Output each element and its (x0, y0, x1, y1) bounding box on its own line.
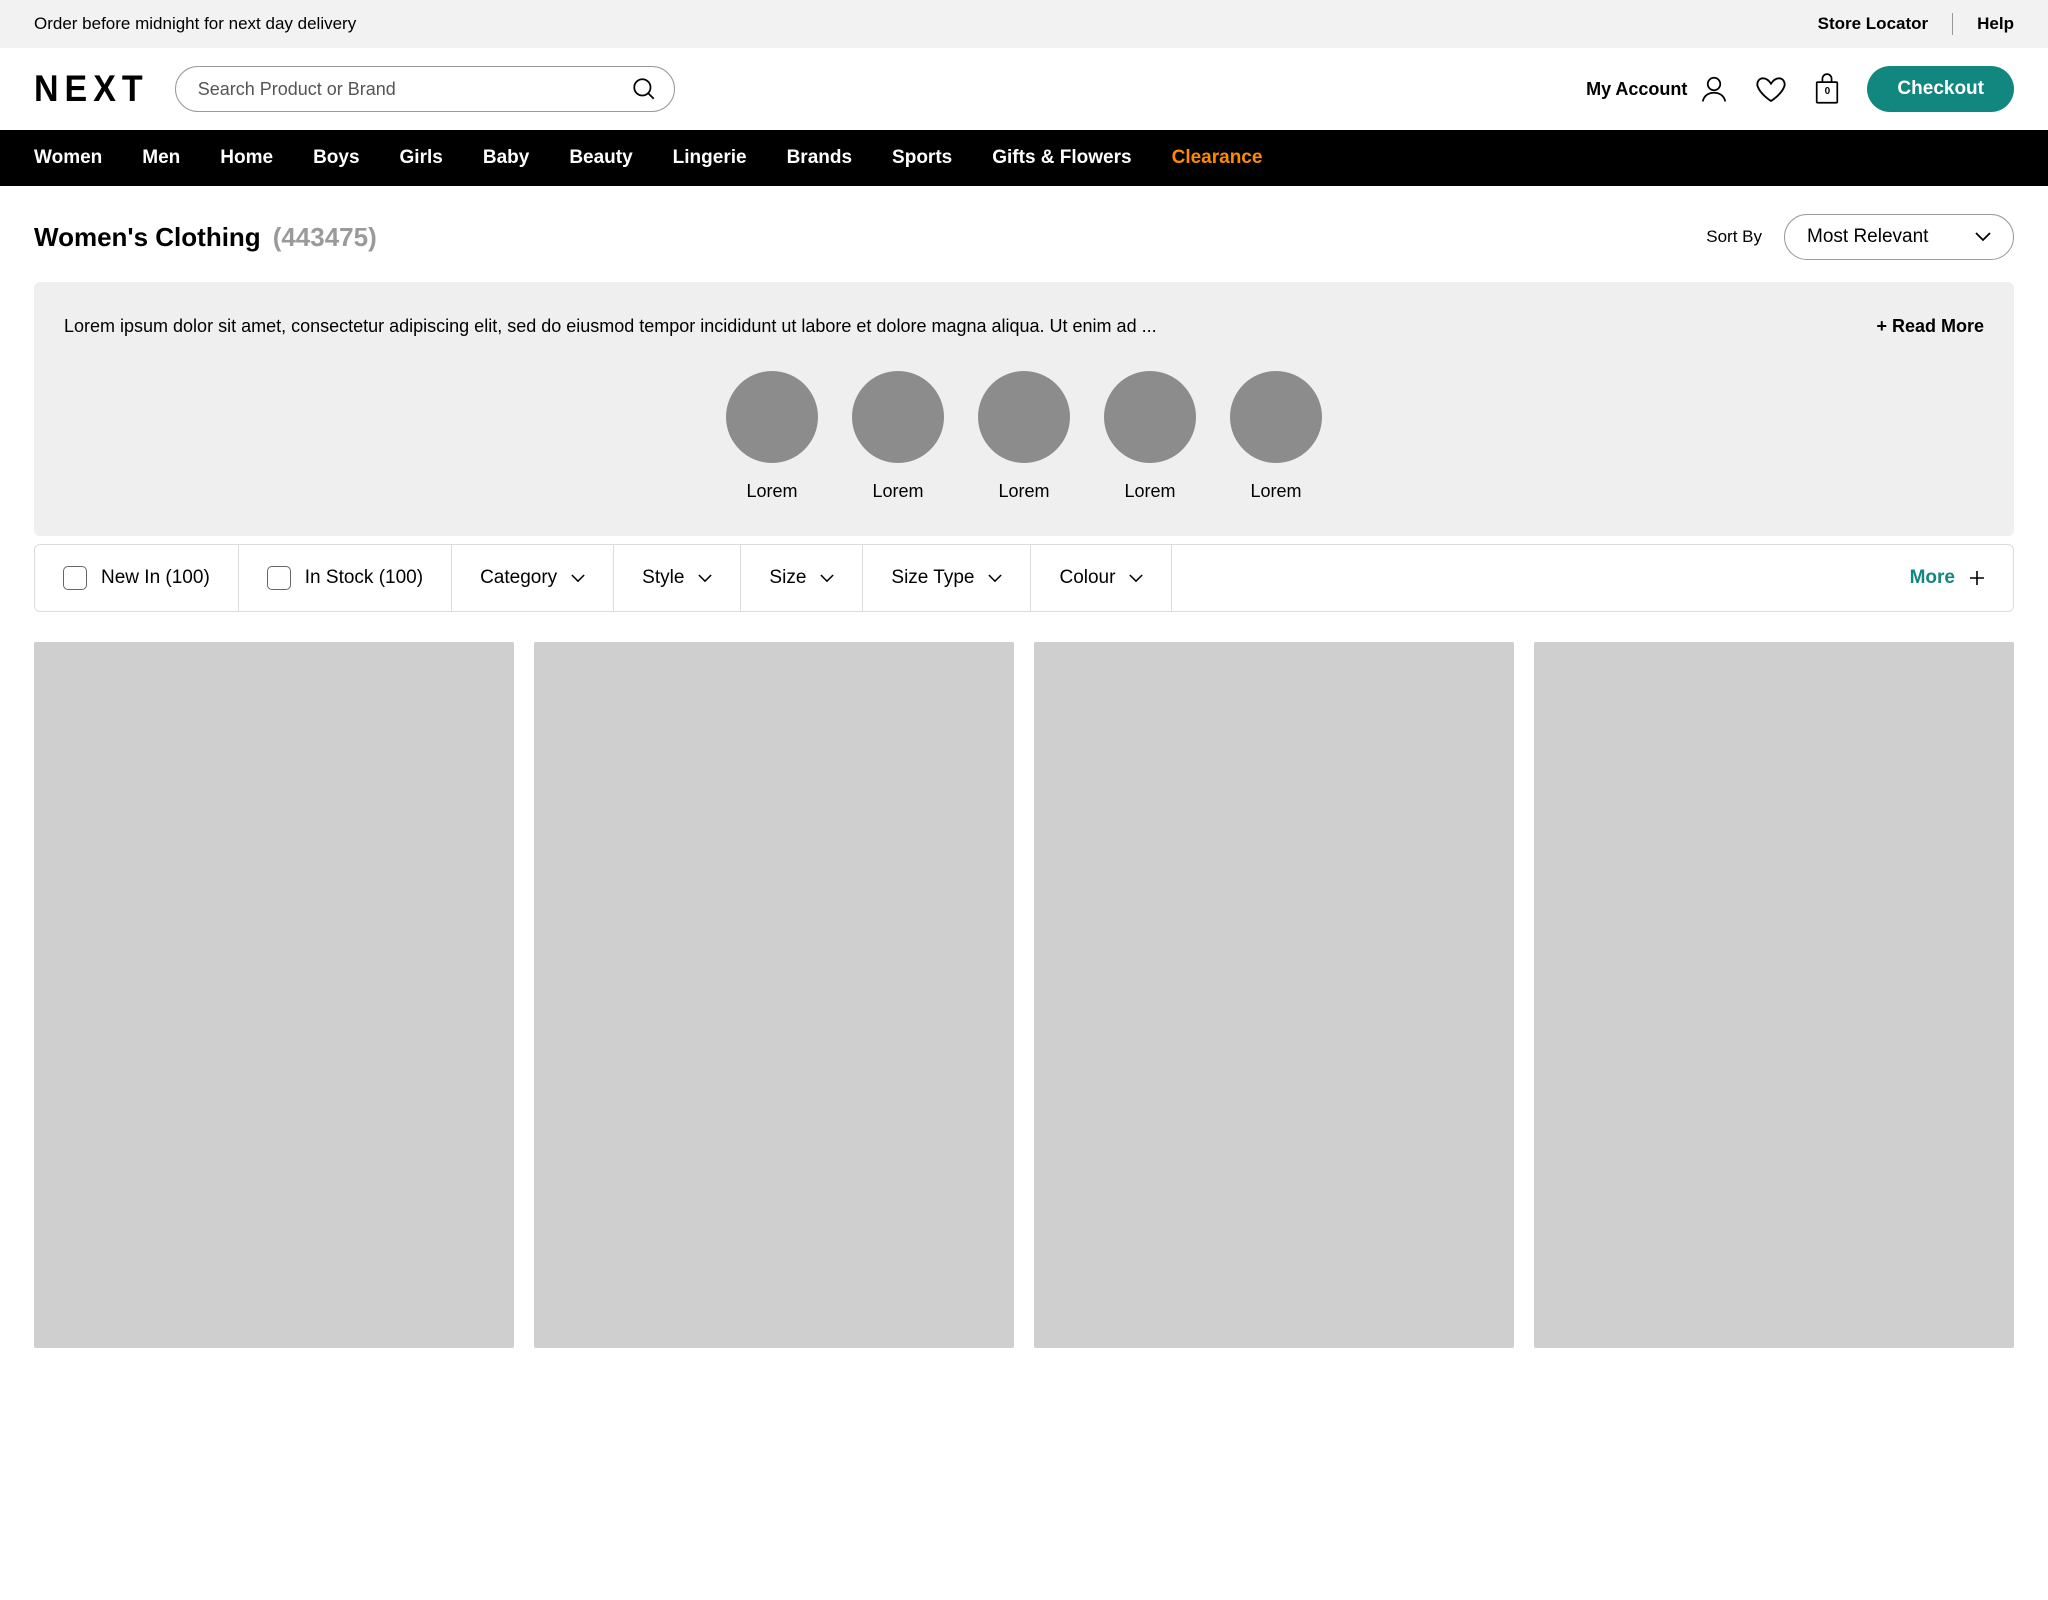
chevron-down-icon (1975, 232, 1991, 242)
filter-label: Category (480, 567, 557, 589)
help-link[interactable]: Help (1977, 14, 2014, 34)
nav-gifts-flowers[interactable]: Gifts & Flowers (992, 147, 1131, 169)
description-row: Lorem ipsum dolor sit amet, consectetur … (64, 316, 1984, 337)
sort-value: Most Relevant (1807, 226, 1928, 248)
filter-label: Size (769, 567, 806, 589)
title-left: Women's Clothing (443475) (34, 222, 377, 253)
filter-label: In Stock (100) (305, 567, 423, 589)
filter-label: Colour (1059, 567, 1115, 589)
search-wrap (175, 66, 675, 112)
description-card: Lorem ipsum dolor sit amet, consectetur … (34, 282, 2014, 536)
sort-select[interactable]: Most Relevant (1784, 214, 2014, 260)
main-nav: Women Men Home Boys Girls Baby Beauty Li… (0, 130, 2048, 186)
promo-links: Store Locator Help (1818, 13, 2014, 35)
nav-beauty[interactable]: Beauty (569, 147, 632, 169)
nav-men[interactable]: Men (142, 147, 180, 169)
bag-button[interactable]: 0 (1813, 73, 1841, 105)
quick-link-item[interactable]: Lorem (726, 371, 818, 502)
filter-colour[interactable]: Colour (1031, 545, 1172, 611)
result-count: (443475) (273, 222, 377, 253)
filter-size-type[interactable]: Size Type (863, 545, 1031, 611)
nav-baby[interactable]: Baby (483, 147, 529, 169)
wishlist-button[interactable] (1755, 73, 1787, 105)
heart-icon (1755, 73, 1787, 105)
quick-link-image (1104, 371, 1196, 463)
checkbox[interactable] (267, 566, 291, 590)
filter-bar: New In (100) In Stock (100) Category Sty… (34, 544, 2014, 612)
nav-girls[interactable]: Girls (400, 147, 443, 169)
filter-more[interactable]: More (1882, 545, 2013, 611)
store-locator-link[interactable]: Store Locator (1818, 14, 1929, 34)
chevron-down-icon (988, 574, 1002, 583)
quick-link-image (978, 371, 1070, 463)
chevron-down-icon (698, 574, 712, 583)
user-icon (1699, 74, 1729, 104)
checkout-button[interactable]: Checkout (1867, 66, 2014, 112)
nav-boys[interactable]: Boys (313, 147, 359, 169)
nav-brands[interactable]: Brands (787, 147, 852, 169)
quick-links-row: Lorem Lorem Lorem Lorem Lorem (64, 371, 1984, 502)
description-text: Lorem ipsum dolor sit amet, consectetur … (64, 316, 1856, 337)
account-link[interactable]: My Account (1586, 74, 1729, 104)
checkbox[interactable] (63, 566, 87, 590)
product-card[interactable] (1534, 642, 2014, 1348)
chevron-down-icon (571, 574, 585, 583)
filter-new-in[interactable]: New In (100) (35, 545, 239, 611)
chevron-down-icon (820, 574, 834, 583)
promo-bar: Order before midnight for next day deliv… (0, 0, 2048, 48)
nav-home[interactable]: Home (220, 147, 273, 169)
header: NEXT My Account 0 Checkout (0, 48, 2048, 130)
plus-icon (1969, 570, 1985, 586)
quick-link-item[interactable]: Lorem (1230, 371, 1322, 502)
quick-link-item[interactable]: Lorem (852, 371, 944, 502)
sort-label: Sort By (1706, 227, 1762, 247)
nav-lingerie[interactable]: Lingerie (673, 147, 747, 169)
title-row: Women's Clothing (443475) Sort By Most R… (0, 186, 2048, 282)
bag-count: 0 (1825, 86, 1831, 97)
filter-in-stock[interactable]: In Stock (100) (239, 545, 452, 611)
filter-label: Style (642, 567, 684, 589)
quick-link-image (852, 371, 944, 463)
read-more-link[interactable]: + Read More (1876, 316, 1984, 337)
sort-wrap: Sort By Most Relevant (1706, 214, 2014, 260)
filter-size[interactable]: Size (741, 545, 863, 611)
filter-label: New In (100) (101, 567, 210, 589)
product-card[interactable] (534, 642, 1014, 1348)
quick-link-label: Lorem (1250, 481, 1301, 502)
quick-link-item[interactable]: Lorem (1104, 371, 1196, 502)
nav-sports[interactable]: Sports (892, 147, 952, 169)
nav-clearance[interactable]: Clearance (1172, 147, 1263, 169)
quick-link-item[interactable]: Lorem (978, 371, 1070, 502)
account-label: My Account (1586, 79, 1687, 100)
quick-link-label: Lorem (746, 481, 797, 502)
search-icon (631, 76, 657, 102)
more-label: More (1910, 567, 1955, 589)
product-grid (0, 612, 2048, 1378)
filter-style[interactable]: Style (614, 545, 741, 611)
search-button[interactable] (627, 72, 661, 106)
quick-link-image (726, 371, 818, 463)
search-input[interactable] (175, 66, 675, 112)
product-card[interactable] (1034, 642, 1514, 1348)
divider (1952, 13, 1953, 35)
product-card[interactable] (34, 642, 514, 1348)
filter-label: Size Type (891, 567, 974, 589)
chevron-down-icon (1129, 574, 1143, 583)
filter-category[interactable]: Category (452, 545, 614, 611)
nav-women[interactable]: Women (34, 147, 102, 169)
quick-link-label: Lorem (1124, 481, 1175, 502)
quick-link-label: Lorem (998, 481, 1049, 502)
logo[interactable]: NEXT (34, 70, 149, 107)
page-title: Women's Clothing (34, 222, 261, 253)
quick-link-label: Lorem (872, 481, 923, 502)
promo-message: Order before midnight for next day deliv… (34, 14, 356, 34)
header-right: My Account 0 Checkout (1586, 66, 2014, 112)
quick-link-image (1230, 371, 1322, 463)
